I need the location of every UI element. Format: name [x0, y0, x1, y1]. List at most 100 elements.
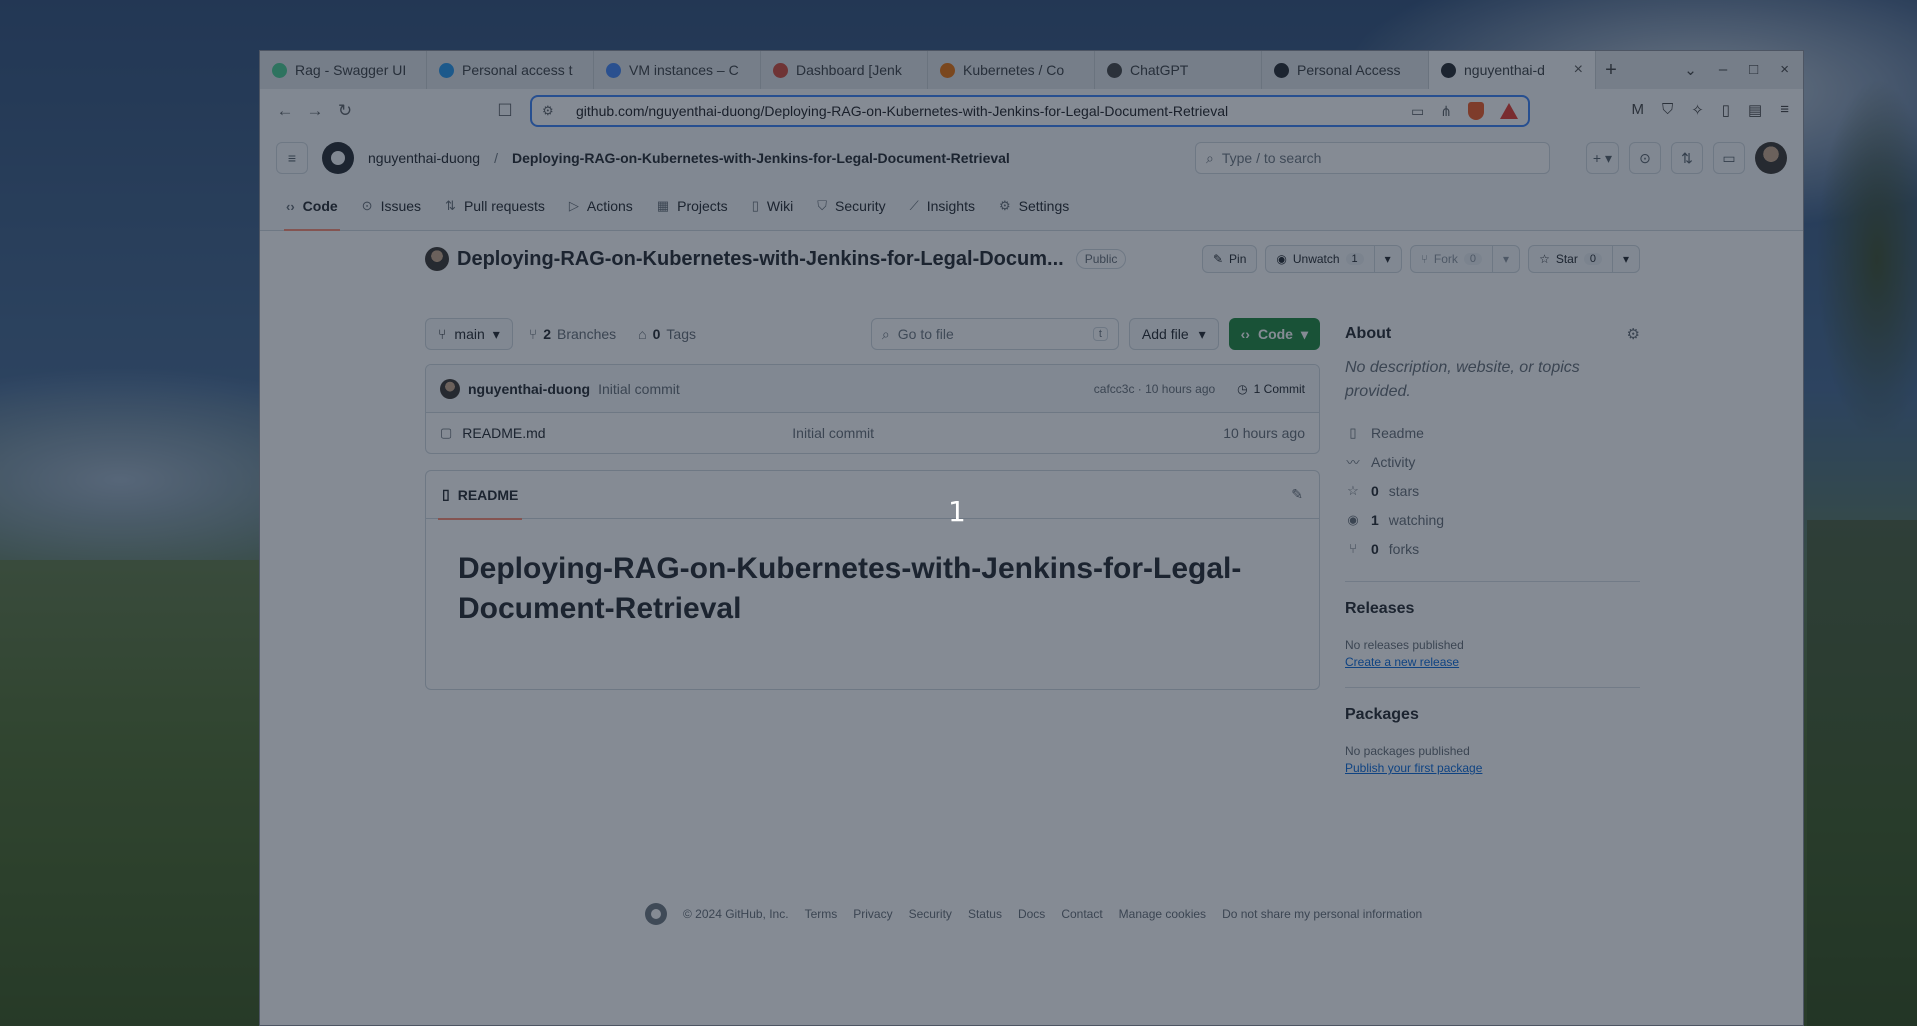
footer-link-privacy[interactable]: Privacy — [853, 907, 892, 921]
about-sidebar: About ⚙ No description, website, or topi… — [1345, 318, 1640, 775]
repo-owner-avatar[interactable] — [425, 247, 449, 271]
extensions-puzzle-icon[interactable]: ✧ — [1691, 101, 1704, 119]
browser-tab[interactable]: Dashboard [Jenk — [761, 51, 928, 89]
chevron-down-icon[interactable]: ▾ — [1373, 246, 1401, 272]
tab-issues[interactable]: ⊙ Issues — [352, 182, 431, 230]
fork-button[interactable]: ⑂ Fork 0 ▾ — [1409, 245, 1521, 273]
readme-link[interactable]: ▯ Readme — [1345, 418, 1640, 447]
file-commit-message[interactable]: Initial commit — [792, 425, 874, 441]
branch-selector[interactable]: ⑂ main ▾ — [425, 318, 513, 350]
about-description: No description, website, or topics provi… — [1345, 359, 1580, 400]
wallet-icon[interactable]: ▤ — [1748, 101, 1762, 119]
extension-shield-icon[interactable]: ⛉ — [1662, 101, 1673, 119]
star-button[interactable]: ☆ Star 0 ▾ — [1528, 245, 1640, 273]
commit-author[interactable]: nguyenthai-duong — [468, 381, 590, 397]
create-release-link[interactable]: Create a new release — [1345, 655, 1640, 669]
activity-link[interactable]: 〰 Activity — [1345, 447, 1640, 476]
watching-link[interactable]: ◉ 1 watching — [1345, 505, 1640, 534]
footer-link-security[interactable]: Security — [909, 907, 952, 921]
readme-tab[interactable]: ▯ README — [437, 471, 523, 520]
packages-title[interactable]: Packages — [1345, 706, 1640, 724]
step-marker: 1 — [948, 495, 966, 528]
footer-link-status[interactable]: Status — [968, 907, 1002, 921]
share-icon[interactable]: ⋔ — [1440, 103, 1452, 120]
avatar[interactable] — [1755, 142, 1787, 174]
pull-requests-icon[interactable]: ⇅ — [1671, 142, 1703, 174]
search-input[interactable]: ⌕ Type / to search — [1195, 142, 1550, 174]
bookmark-icon[interactable]: ☐ — [490, 101, 520, 121]
breadcrumb-repo[interactable]: Deploying-RAG-on-Kubernetes-with-Jenkins… — [512, 150, 1010, 166]
maximize-icon[interactable]: □ — [1749, 61, 1758, 79]
back-icon[interactable]: ← — [270, 101, 300, 121]
browser-tab[interactable]: Kubernetes / Co — [928, 51, 1095, 89]
reload-icon[interactable]: ↻ — [330, 101, 360, 121]
tab-settings[interactable]: ⚙ Settings — [989, 182, 1079, 230]
footer-link-contact[interactable]: Contact — [1061, 907, 1102, 921]
url-text[interactable]: github.com/nguyenthai-duong/Deploying-RA… — [576, 103, 1411, 119]
table-row[interactable]: ▢ README.md Initial commit 10 hours ago — [426, 413, 1319, 453]
inbox-icon[interactable]: ▭ — [1713, 142, 1745, 174]
create-new-button[interactable]: + ▾ — [1585, 142, 1619, 174]
chevron-down-icon[interactable]: ▾ — [1611, 246, 1639, 272]
add-file-button[interactable]: Add file ▾ — [1128, 318, 1219, 350]
tab-projects[interactable]: ▦ Projects — [647, 182, 738, 230]
tab-list-chevron-icon[interactable]: ⌄ — [1684, 61, 1697, 79]
breadcrumb-owner[interactable]: nguyenthai-duong — [368, 150, 480, 166]
extension-m-icon[interactable]: M — [1631, 101, 1644, 119]
footer-link-docs[interactable]: Docs — [1018, 907, 1045, 921]
repo-actions: ✎ Pin ◉ Unwatch 1 ▾ ⑂ Fork 0 ▾ ☆ Star 0 ▾ — [1201, 245, 1640, 273]
menu-icon[interactable]: ≡ — [276, 142, 308, 174]
go-to-file-input[interactable]: ⌕ Go to file t — [870, 318, 1119, 350]
sidebar-toggle-icon[interactable]: ▯ — [1722, 101, 1730, 119]
forward-icon[interactable]: → — [300, 101, 330, 121]
brave-shields-icon[interactable] — [1468, 102, 1484, 120]
avatar[interactable] — [440, 378, 460, 399]
edit-pencil-icon[interactable]: ✎ — [1291, 486, 1303, 503]
footer-link-manage-cookies[interactable]: Manage cookies — [1119, 907, 1206, 921]
browser-tab[interactable]: Rag - Swagger UI — [260, 51, 427, 89]
site-info-icon[interactable]: ⚙ — [542, 103, 558, 119]
close-tab-icon[interactable]: × — [1574, 61, 1583, 79]
footer-link-do-not-share[interactable]: Do not share my personal information — [1222, 907, 1422, 921]
tab-insights[interactable]: ⟋ Insights — [900, 182, 985, 230]
close-window-icon[interactable]: × — [1780, 61, 1789, 79]
tab-wiki[interactable]: ▯ Wiki — [742, 182, 804, 230]
tab-pull-requests[interactable]: ⇅ Pull requests — [435, 182, 555, 230]
chevron-down-icon[interactable]: ▾ — [1492, 246, 1519, 272]
tab-code[interactable]: ‹› Code — [276, 182, 348, 231]
brave-rewards-icon[interactable] — [1500, 103, 1518, 119]
issues-icon[interactable]: ⊙ — [1629, 142, 1661, 174]
commit-hash-time[interactable]: cafcc3c · 10 hours ago — [1094, 382, 1215, 396]
forks-link[interactable]: ⑂ 0 forks — [1345, 534, 1640, 563]
footer-link-terms[interactable]: Terms — [805, 907, 838, 921]
pin-button[interactable]: ✎ Pin — [1201, 245, 1258, 273]
repo-title[interactable]: Deploying-RAG-on-Kubernetes-with-Jenkins… — [457, 248, 1064, 271]
fork-count: 0 — [1463, 253, 1483, 265]
stars-link[interactable]: ☆ 0 stars — [1345, 476, 1640, 505]
branches-link[interactable]: ⑂ 2 Branches — [523, 326, 622, 342]
new-tab-button[interactable]: + — [1596, 59, 1626, 82]
tab-actions[interactable]: ▷ Actions — [559, 182, 643, 230]
file-name[interactable]: README.md — [462, 425, 792, 441]
browser-tab[interactable]: Personal access t — [427, 51, 594, 89]
address-bar[interactable]: ⚙ github.com/nguyenthai-duong/Deploying-… — [530, 95, 1530, 127]
browser-tab[interactable]: ChatGPT — [1095, 51, 1262, 89]
github-logo-icon[interactable] — [645, 903, 667, 925]
tags-link[interactable]: ⌂ 0 Tags — [632, 326, 702, 342]
browser-menu-icon[interactable]: ≡ — [1780, 101, 1789, 119]
tab-security[interactable]: ⛉ Security — [807, 182, 895, 230]
browser-tab[interactable]: Personal Access — [1262, 51, 1429, 89]
code-button[interactable]: ‹› Code ▾ — [1228, 318, 1320, 350]
unwatch-button[interactable]: ◉ Unwatch 1 ▾ — [1265, 245, 1402, 273]
github-logo-icon[interactable] — [322, 142, 354, 174]
minimize-icon[interactable]: – — [1719, 61, 1727, 79]
browser-tab[interactable]: VM instances – C — [594, 51, 761, 89]
cast-icon[interactable]: ▭ — [1411, 103, 1424, 120]
browser-tab-active[interactable]: nguyenthai-d × — [1429, 51, 1596, 89]
github-page: ≡ nguyenthai-duong / Deploying-RAG-on-Ku… — [260, 133, 1803, 1025]
releases-title[interactable]: Releases — [1345, 600, 1640, 618]
commit-message[interactable]: Initial commit — [598, 381, 680, 397]
commit-history-link[interactable]: ◷ 1 Commit — [1237, 382, 1305, 396]
gear-icon[interactable]: ⚙ — [1627, 325, 1640, 343]
publish-package-link[interactable]: Publish your first package — [1345, 761, 1640, 775]
